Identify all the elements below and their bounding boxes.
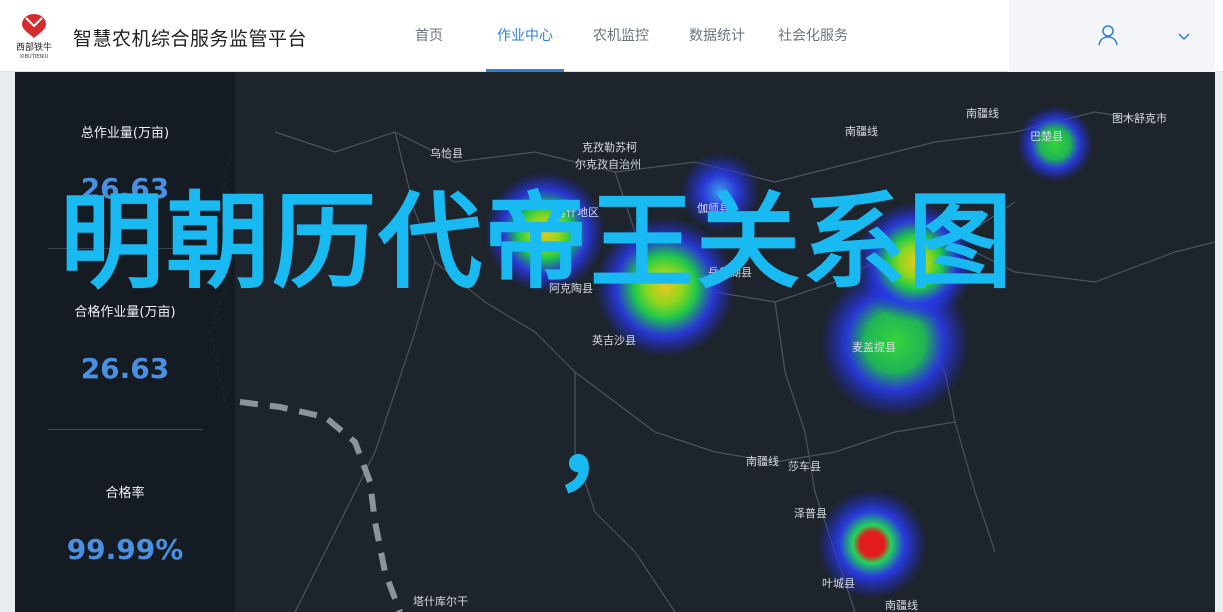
user-icon[interactable] bbox=[1097, 24, 1119, 46]
nav-social-service[interactable]: 社会化服务 bbox=[774, 0, 852, 72]
stat-value-pass-rate: 99.99% bbox=[66, 533, 184, 566]
map-label: 泽普县 bbox=[794, 507, 827, 520]
nav-operation-center[interactable]: 作业中心 bbox=[486, 0, 564, 72]
stat-value-qualified: 26.63 bbox=[80, 352, 170, 385]
platform-title: 智慧农机综合服务监管平台 bbox=[73, 28, 308, 50]
brand-logo[interactable]: 西部铁牛 XIBUTIENIU bbox=[12, 10, 56, 60]
map-label: 巴楚县 bbox=[1030, 130, 1063, 143]
map-label: 南疆线 bbox=[966, 107, 999, 120]
map-label: 乌恰县 bbox=[430, 147, 463, 160]
map-label: 叶城县 bbox=[822, 577, 855, 590]
stat-title-qualified: 合格作业量(万亩) bbox=[74, 305, 176, 320]
top-header: 西部铁牛 XIBUTIENIU 智慧农机综合服务监管平台 首页 作业中心 农机监… bbox=[0, 0, 1223, 72]
nav-home[interactable]: 首页 bbox=[390, 0, 468, 72]
nav-machine-monitor[interactable]: 农机监控 bbox=[582, 0, 660, 72]
map-label: 英吉沙县 bbox=[592, 334, 636, 347]
stat-title-pass-rate: 合格率 bbox=[105, 486, 145, 501]
map-label: 南疆线 bbox=[746, 455, 779, 468]
map-label: 麦盖提县 bbox=[852, 341, 896, 354]
map-label: 尔克孜自治州 bbox=[575, 158, 641, 171]
map-label: 莎车县 bbox=[788, 460, 821, 473]
chevron-down-icon[interactable] bbox=[1177, 30, 1191, 42]
stat-title-total: 总作业量(万亩) bbox=[80, 126, 170, 141]
svg-text:XIBUTIENIU: XIBUTIENIU bbox=[20, 54, 49, 60]
main-nav: 首页 作业中心 农机监控 数据统计 社会化服务 bbox=[390, 0, 870, 72]
stats-panel: 总作业量(万亩) 26.63 合格作业量(万亩) 26.63 合格率 99.99… bbox=[15, 72, 235, 612]
app-root: 西部铁牛 XIBUTIENIU 智慧农机综合服务监管平台 首页 作业中心 农机监… bbox=[0, 0, 1223, 612]
overlay-comma: ， bbox=[553, 383, 658, 505]
map-label: 南疆线 bbox=[885, 599, 918, 612]
map-label: 图木舒克市 bbox=[1112, 112, 1167, 125]
svg-text:西部铁牛: 西部铁牛 bbox=[16, 41, 52, 53]
map-label: 塔什库尔干 bbox=[413, 595, 468, 608]
user-menu[interactable] bbox=[1009, 0, 1215, 72]
stat-divider bbox=[48, 429, 203, 430]
map-label: 克孜勒苏柯 bbox=[582, 141, 637, 154]
nav-data-stats[interactable]: 数据统计 bbox=[678, 0, 756, 72]
map-label: 南疆线 bbox=[845, 125, 878, 138]
overlay-caption: 明朝历代帝王关系图 bbox=[60, 181, 1015, 303]
